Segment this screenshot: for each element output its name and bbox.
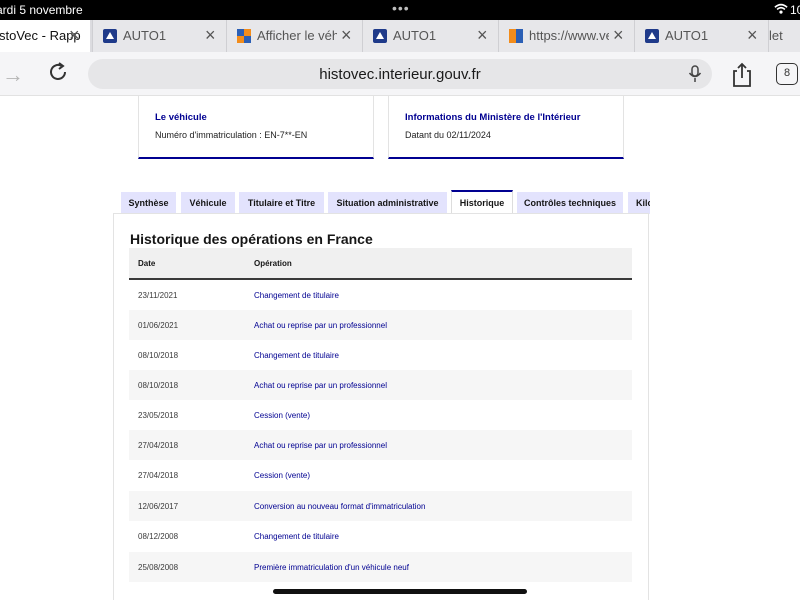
table-row: 23/11/2021 Changement de titulaire <box>129 280 632 310</box>
cell-date: 25/08/2008 <box>138 563 179 572</box>
tab-titulaire[interactable]: Titulaire et Titre <box>239 192 324 214</box>
cell-operation: Conversion au nouveau format d'immatricu… <box>254 502 426 511</box>
cell-operation: Changement de titulaire <box>254 291 339 300</box>
browser-tab-auto1[interactable]: AUTO1 × <box>92 20 226 52</box>
table-row: 27/04/2018 Achat ou reprise par un profe… <box>129 430 632 460</box>
cell-operation: Cession (vente) <box>254 411 311 420</box>
cell-operation: Achat ou reprise par un professionnel <box>254 441 387 450</box>
cell-operation: Achat ou reprise par un professionnel <box>254 381 387 390</box>
card-text: Datant du 02/11/2024 <box>405 130 491 140</box>
tab-label: AUTO1 <box>123 28 167 43</box>
share-icon[interactable] <box>730 62 754 88</box>
vehicle-card: Le véhicule Numéro d'immatriculation : E… <box>138 96 374 159</box>
histovec-favicon <box>103 29 117 43</box>
histovec-favicon <box>373 29 387 43</box>
table-row: 27/04/2018 Cession (vente) <box>129 460 632 490</box>
table-row: 08/10/2018 Achat ou reprise par un profe… <box>129 370 632 400</box>
table-header: Date Opération <box>129 248 632 280</box>
cell-date: 23/11/2021 <box>138 291 178 300</box>
cell-date: 08/12/2008 <box>138 532 179 541</box>
cell-date: 23/05/2018 <box>138 411 179 420</box>
table-row: 23/05/2018 Cession (vente) <box>129 400 632 430</box>
cell-date: 27/04/2018 <box>138 441 179 450</box>
close-icon[interactable]: × <box>69 25 80 46</box>
card-text: Numéro d'immatriculation : EN-7**-EN <box>155 130 308 140</box>
cell-date: 12/06/2017 <box>138 502 179 511</box>
status-time: 10 <box>790 3 800 17</box>
wifi-icon <box>774 3 788 14</box>
ministry-card: Informations du Ministère de l'Intérieur… <box>388 96 624 159</box>
cell-date: 01/06/2021 <box>138 321 179 330</box>
mic-icon[interactable] <box>688 65 702 83</box>
orange-favicon <box>509 29 523 43</box>
cell-operation: Première immatriculation d'un véhicule n… <box>254 563 409 572</box>
table-row: 08/12/2008 Changement de titulaire <box>129 521 632 551</box>
browser-tab-auto1-2[interactable]: AUTO1 × <box>362 20 498 52</box>
cell-operation: Achat ou reprise par un professionnel <box>254 321 387 330</box>
histovec-favicon <box>645 29 659 43</box>
close-icon[interactable]: × <box>205 25 216 46</box>
table-row: 25/08/2008 Première immatriculation d'un… <box>129 552 632 582</box>
forward-button[interactable]: → <box>2 62 24 88</box>
address-row: → histovec.interieur.gouv.fr 8 <box>0 52 800 96</box>
close-icon[interactable]: × <box>747 25 758 46</box>
tab-controles[interactable]: Contrôles techniques <box>517 192 623 214</box>
reload-icon[interactable] <box>46 60 70 84</box>
tab-label: let <box>769 28 783 43</box>
url-text: histovec.interieur.gouv.fr <box>319 66 481 83</box>
tab-synthese[interactable]: Synthèse <box>121 192 176 214</box>
home-indicator[interactable] <box>273 589 527 594</box>
tab-label: Afficher le véhi <box>257 28 337 43</box>
cell-operation: Changement de titulaire <box>254 532 339 541</box>
table-row: 12/06/2017 Conversion au nouveau format … <box>129 491 632 521</box>
close-icon[interactable]: × <box>341 25 352 46</box>
tab-label: AUTO1 <box>665 28 709 43</box>
table-row: 01/06/2021 Achat ou reprise par un profe… <box>129 310 632 340</box>
status-date: ardi 5 novembre <box>0 3 83 17</box>
cell-operation: Cession (vente) <box>254 471 311 480</box>
history-title: Historique des opérations en France <box>130 231 373 247</box>
tab-count-button[interactable]: 8 <box>776 63 798 85</box>
browser-tab-afficher[interactable]: Afficher le véhi × <box>226 20 362 52</box>
status-bar: ardi 5 novembre ••• 10 <box>0 0 800 20</box>
browser-tab-histovec[interactable]: stoVec - Rapp × <box>0 20 90 52</box>
close-icon[interactable]: × <box>613 25 624 46</box>
card-title: Informations du Ministère de l'Intérieur <box>405 112 581 123</box>
column-header-date: Date <box>138 259 156 268</box>
tab-vehicule[interactable]: Véhicule <box>181 192 235 214</box>
multitask-dots[interactable]: ••• <box>392 0 410 16</box>
cell-date: 27/04/2018 <box>138 471 179 480</box>
orange-favicon <box>237 29 251 43</box>
tab-situation[interactable]: Situation administrative <box>328 192 447 214</box>
card-title: Le véhicule <box>155 112 207 123</box>
table-row: 08/10/2018 Changement de titulaire <box>129 340 632 370</box>
tab-historique[interactable]: Historique <box>451 190 513 214</box>
tab-label: https://www.vec <box>529 28 609 43</box>
cell-date: 08/10/2018 <box>138 351 179 360</box>
url-bar[interactable]: histovec.interieur.gouv.fr <box>88 59 712 89</box>
cell-operation: Changement de titulaire <box>254 351 339 360</box>
column-header-operation: Opération <box>254 259 292 268</box>
tab-label: AUTO1 <box>393 28 437 43</box>
tab-kilometrage[interactable]: Kilo <box>628 192 650 214</box>
close-icon[interactable]: × <box>477 25 488 46</box>
cell-date: 08/10/2018 <box>138 381 179 390</box>
browser-tab-vec[interactable]: https://www.vec × <box>498 20 634 52</box>
browser-tab-overflow[interactable]: let <box>768 20 800 52</box>
browser-tab-auto1-3[interactable]: AUTO1 × <box>634 20 768 52</box>
